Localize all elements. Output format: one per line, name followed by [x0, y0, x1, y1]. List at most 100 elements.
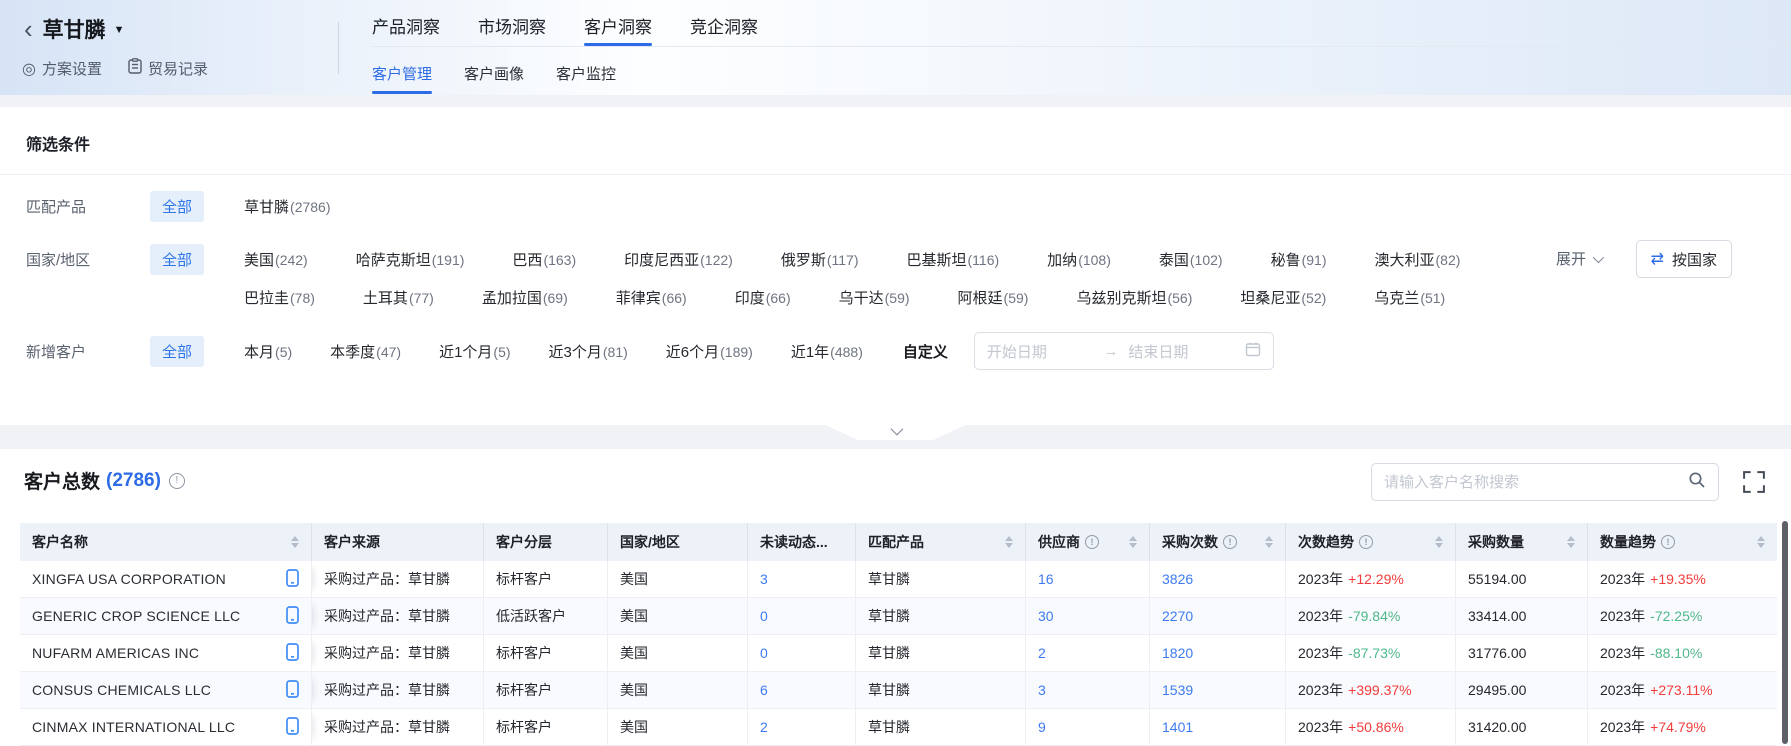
by-country-button[interactable]: ⇄ 按国家 — [1636, 240, 1732, 278]
sub-tab[interactable]: 客户画像 — [464, 58, 524, 94]
collapse-filters-button[interactable] — [826, 425, 966, 440]
sub-tab[interactable]: 客户监控 — [556, 58, 616, 94]
info-icon[interactable]: ! — [169, 473, 185, 489]
sort-icon[interactable] — [1265, 536, 1273, 548]
contact-phone-icon[interactable] — [286, 643, 299, 664]
expand-toggle[interactable]: 展开 — [1556, 248, 1601, 269]
top-tab[interactable]: 竞企洞察 — [690, 12, 758, 46]
product-filter-item[interactable]: 草甘膦(2786) — [244, 196, 330, 217]
country-filter-item[interactable]: 乌干达(59) — [839, 287, 910, 308]
new-customer-filter-item[interactable]: 近1年(488) — [791, 341, 863, 362]
unread-updates-link[interactable]: 6 — [760, 682, 768, 698]
purchase-count-link[interactable]: 1401 — [1162, 719, 1193, 735]
table-row[interactable]: XINGFA USA CORPORATION 采购过产品：草甘膦 标杆客户 美国… — [20, 561, 1777, 598]
sort-icon[interactable] — [1129, 536, 1137, 548]
purchase-count-link[interactable]: 1539 — [1162, 682, 1193, 698]
customer-name[interactable]: CONSUS CHEMICALS LLC — [32, 682, 211, 698]
column-header-name[interactable]: 客户名称 — [20, 523, 312, 561]
back-icon[interactable]: ‹ — [22, 18, 35, 40]
country-filter-item[interactable]: 巴基斯坦(116) — [907, 249, 1000, 270]
top-tab[interactable]: 产品洞察 — [372, 12, 440, 46]
new-customer-filter-item[interactable]: 本季度(47) — [330, 341, 401, 362]
start-date-input[interactable]: 开始日期 — [987, 341, 1094, 362]
info-icon[interactable]: ! — [1359, 535, 1373, 549]
end-date-input[interactable]: 结束日期 — [1128, 341, 1235, 362]
sort-icon[interactable] — [1567, 536, 1575, 548]
country-filter-item[interactable]: 土耳其(77) — [363, 287, 434, 308]
new-customer-all-chip[interactable]: 全部 — [150, 336, 204, 367]
suppliers-link[interactable]: 2 — [1038, 645, 1046, 661]
country-all-chip[interactable]: 全部 — [150, 244, 204, 275]
new-customer-filter-item[interactable]: 近3个月(81) — [549, 341, 628, 362]
info-icon[interactable]: ! — [1223, 535, 1237, 549]
customer-name[interactable]: XINGFA USA CORPORATION — [32, 571, 226, 587]
top-tab[interactable]: 市场洞察 — [478, 12, 546, 46]
sort-icon[interactable] — [1435, 536, 1443, 548]
country-filter-item[interactable]: 俄罗斯(117) — [781, 249, 859, 270]
top-tab[interactable]: 客户洞察 — [584, 12, 652, 46]
new-customer-filter-item[interactable]: 本月(5) — [244, 341, 292, 362]
sort-icon[interactable] — [291, 536, 299, 548]
country-filter-item[interactable]: 孟加拉国(69) — [482, 287, 568, 308]
title-dropdown-icon[interactable]: ▼ — [114, 24, 125, 36]
country-filter-item[interactable]: 美国(242) — [244, 249, 308, 270]
country-filter-item[interactable]: 印度尼西亚(122) — [624, 249, 733, 270]
country-filter-item[interactable]: 印度(66) — [735, 287, 791, 308]
info-icon[interactable]: ! — [1085, 535, 1099, 549]
customer-name[interactable]: CINMAX INTERNATIONAL LLC — [32, 719, 235, 735]
country-filter-item[interactable]: 哈萨克斯坦(191) — [356, 249, 465, 270]
country-filter-item[interactable]: 乌克兰(51) — [1374, 287, 1445, 308]
country-filter-item[interactable]: 阿根廷(59) — [958, 287, 1029, 308]
search-icon[interactable] — [1688, 471, 1706, 494]
customer-name[interactable]: GENERIC CROP SCIENCE LLC — [32, 608, 240, 624]
column-header-purchase-count[interactable]: 采购次数! — [1150, 523, 1286, 561]
unread-updates-link[interactable]: 0 — [760, 645, 768, 661]
purchase-count-link[interactable]: 1820 — [1162, 645, 1193, 661]
unread-updates-link[interactable]: 3 — [760, 571, 768, 587]
date-range-picker[interactable]: 开始日期 → 结束日期 — [974, 332, 1274, 370]
customer-name[interactable]: NUFARM AMERICAS INC — [32, 645, 199, 661]
table-row[interactable]: GENERIC CROP SCIENCE LLC 采购过产品：草甘膦 低活跃客户… — [20, 598, 1777, 635]
column-header-suppliers[interactable]: 供应商! — [1026, 523, 1150, 561]
country-filter-item[interactable]: 坦桑尼亚(52) — [1240, 287, 1326, 308]
purchase-count-link[interactable]: 3826 — [1162, 571, 1193, 587]
table-row[interactable]: CINMAX INTERNATIONAL LLC 采购过产品：草甘膦 标杆客户 … — [20, 709, 1777, 746]
country-filter-item[interactable]: 巴西(163) — [512, 249, 576, 270]
country-filter-item[interactable]: 乌兹别克斯坦(56) — [1076, 287, 1192, 308]
table-row[interactable]: CONSUS CHEMICALS LLC 采购过产品：草甘膦 标杆客户 美国 6… — [20, 672, 1777, 709]
country-filter-item[interactable]: 菲律宾(66) — [616, 287, 687, 308]
purchase-count-link[interactable]: 2270 — [1162, 608, 1193, 624]
column-header-quantity[interactable]: 采购数量 — [1456, 523, 1588, 561]
column-header-quantity-trend[interactable]: 数量趋势! — [1588, 523, 1777, 561]
sort-icon[interactable] — [1005, 536, 1013, 548]
contact-phone-icon[interactable] — [286, 717, 299, 738]
suppliers-link[interactable]: 3 — [1038, 682, 1046, 698]
scheme-settings-button[interactable]: ◎ 方案设置 — [22, 58, 102, 79]
suppliers-link[interactable]: 16 — [1038, 571, 1054, 587]
info-icon[interactable]: ! — [1661, 535, 1675, 549]
vertical-scrollbar[interactable] — [1782, 521, 1788, 744]
country-filter-item[interactable]: 加纳(108) — [1047, 249, 1111, 270]
table-row[interactable]: NUFARM AMERICAS INC 采购过产品：草甘膦 标杆客户 美国 0 … — [20, 635, 1777, 672]
page-title[interactable]: 草甘膦 — [43, 14, 106, 44]
column-header-product[interactable]: 匹配产品 — [856, 523, 1026, 561]
new-customer-filter-item[interactable]: 近6个月(189) — [666, 341, 753, 362]
sort-icon[interactable] — [1757, 536, 1765, 548]
country-filter-item[interactable]: 泰国(102) — [1159, 249, 1223, 270]
unread-updates-link[interactable]: 0 — [760, 608, 768, 624]
country-filter-item[interactable]: 秘鲁(91) — [1271, 249, 1327, 270]
country-filter-item[interactable]: 澳大利亚(82) — [1375, 249, 1461, 270]
suppliers-link[interactable]: 30 — [1038, 608, 1054, 624]
trade-records-button[interactable]: 贸易记录 — [128, 58, 208, 79]
suppliers-link[interactable]: 9 — [1038, 719, 1046, 735]
custom-range-button[interactable]: 自定义 — [903, 341, 948, 362]
new-customer-filter-item[interactable]: 近1个月(5) — [439, 341, 510, 362]
sub-tab[interactable]: 客户管理 — [372, 58, 432, 94]
country-filter-item[interactable]: 巴拉圭(78) — [244, 287, 315, 308]
contact-phone-icon[interactable] — [286, 569, 299, 590]
contact-phone-icon[interactable] — [286, 606, 299, 627]
customer-search-input[interactable] — [1384, 474, 1688, 491]
contact-phone-icon[interactable] — [286, 680, 299, 701]
column-header-count-trend[interactable]: 次数趋势! — [1286, 523, 1456, 561]
product-all-chip[interactable]: 全部 — [150, 191, 204, 222]
